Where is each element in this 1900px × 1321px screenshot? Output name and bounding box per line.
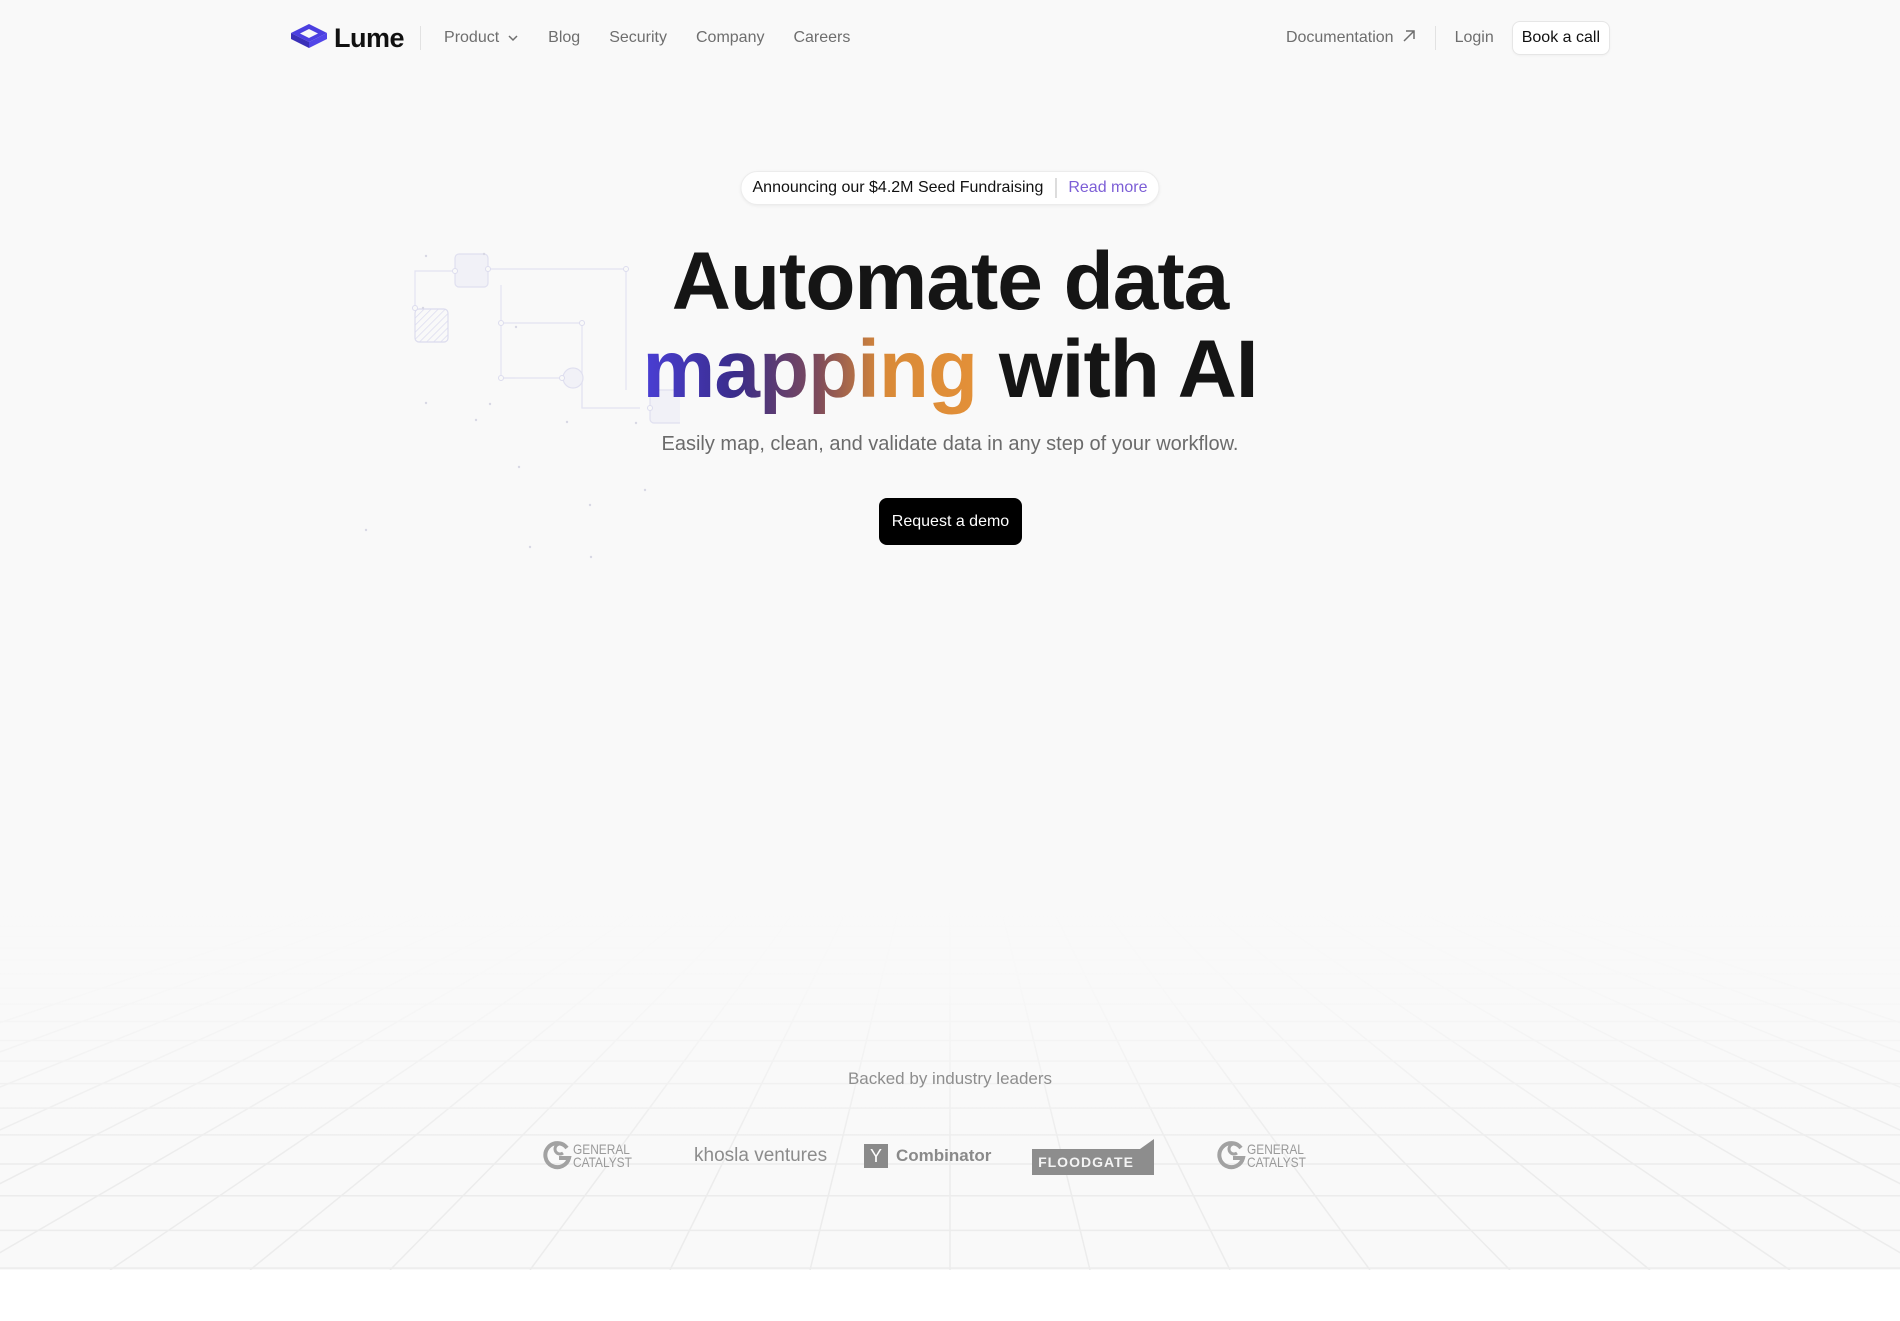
announcement-pill[interactable]: Announcing our $4.2M Seed Fundraising Re… [740,171,1160,205]
y-combinator-logo: Y Combinator [864,1144,991,1168]
book-call-button[interactable]: Book a call [1511,21,1610,55]
backers-title: Backed by industry leaders [847,1069,1053,1088]
nav-careers[interactable]: Careers [793,29,850,47]
brand-logo[interactable]: Lume [290,22,405,54]
headline-gradient-word: mapping [642,324,978,415]
headline-line-1: Automate data [671,236,1230,327]
lume-logo-icon [290,23,328,54]
general-catalyst-mark-icon [543,1141,572,1170]
nav-divider [1434,26,1436,50]
nav-security[interactable]: Security [609,29,667,47]
headline-line-2: mapping with AI [0,326,1900,414]
hero-headline: Automate data mapping with AI [0,238,1900,414]
nav-product[interactable]: Product [444,29,519,47]
khosla-ventures-logo: khosla ventures [694,1145,828,1166]
general-catalyst-logo: GENERAL CATALYST [541,1140,642,1172]
announcement-text: Announcing our $4.2M Seed Fundraising [752,179,1044,196]
request-demo-button[interactable]: Request a demo [879,498,1022,545]
y-combinator-mark-icon: Y [864,1144,888,1168]
general-catalyst-logo: GENERAL CATALYST [1215,1140,1316,1172]
nav-blog[interactable]: Blog [548,29,580,47]
headline-line-2-rest: with AI [998,324,1259,415]
brand-name: Lume [334,22,405,53]
backer-logos: GENERAL CATALYST khosla ventures Y Combin… [0,1136,1900,1176]
floodgate-logo: FLOODGATE [1032,1139,1154,1175]
nav-divider [420,26,422,50]
chevron-down-icon [507,29,519,47]
general-catalyst-mark-icon [1217,1141,1246,1170]
documentation-link[interactable]: Documentation [1286,29,1416,48]
announcement-divider [1055,178,1057,198]
login-link[interactable]: Login [1455,29,1494,47]
top-nav: Lume Product Blog Security Company Caree… [290,20,1610,56]
read-more-link[interactable]: Read more [1068,179,1147,197]
external-arrow-icon [1402,29,1416,48]
nav-company[interactable]: Company [696,29,764,47]
hero-subheadline: Easily map, clean, and validate data in … [661,433,1239,455]
